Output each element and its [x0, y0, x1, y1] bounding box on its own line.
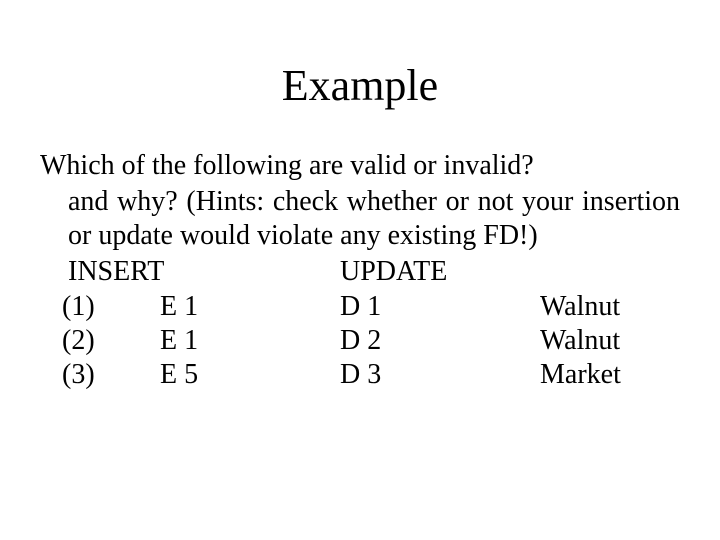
row-num: (1)	[40, 290, 160, 324]
slide-title: Example	[40, 60, 680, 111]
question-line-1: Which of the following are valid or inva…	[40, 149, 680, 183]
table: INSERT UPDATE (1) E 1 D 1 Walnut (2) E 1…	[40, 255, 680, 392]
row-col3: Walnut	[540, 290, 620, 324]
table-header-row: INSERT UPDATE	[40, 255, 680, 289]
row-col1: E 1	[160, 324, 340, 358]
row-num: (3)	[40, 358, 160, 392]
header-insert: INSERT	[40, 255, 160, 289]
row-col3: Market	[540, 358, 621, 392]
row-col1: E 1	[160, 290, 340, 324]
table-row: (1) E 1 D 1 Walnut	[40, 290, 680, 324]
table-row: (2) E 1 D 2 Walnut	[40, 324, 680, 358]
header-spacer	[160, 255, 340, 289]
slide: Example Which of the following are valid…	[0, 0, 720, 540]
row-col1: E 5	[160, 358, 340, 392]
table-row: (3) E 5 D 3 Market	[40, 358, 680, 392]
row-col2: D 3	[340, 358, 540, 392]
question-rest: and why? (Hints: check whether or not yo…	[40, 185, 680, 253]
slide-body: Which of the following are valid or inva…	[40, 149, 680, 392]
row-col3: Walnut	[540, 324, 620, 358]
row-col2: D 1	[340, 290, 540, 324]
header-update: UPDATE	[340, 255, 540, 289]
row-num: (2)	[40, 324, 160, 358]
row-col2: D 2	[340, 324, 540, 358]
